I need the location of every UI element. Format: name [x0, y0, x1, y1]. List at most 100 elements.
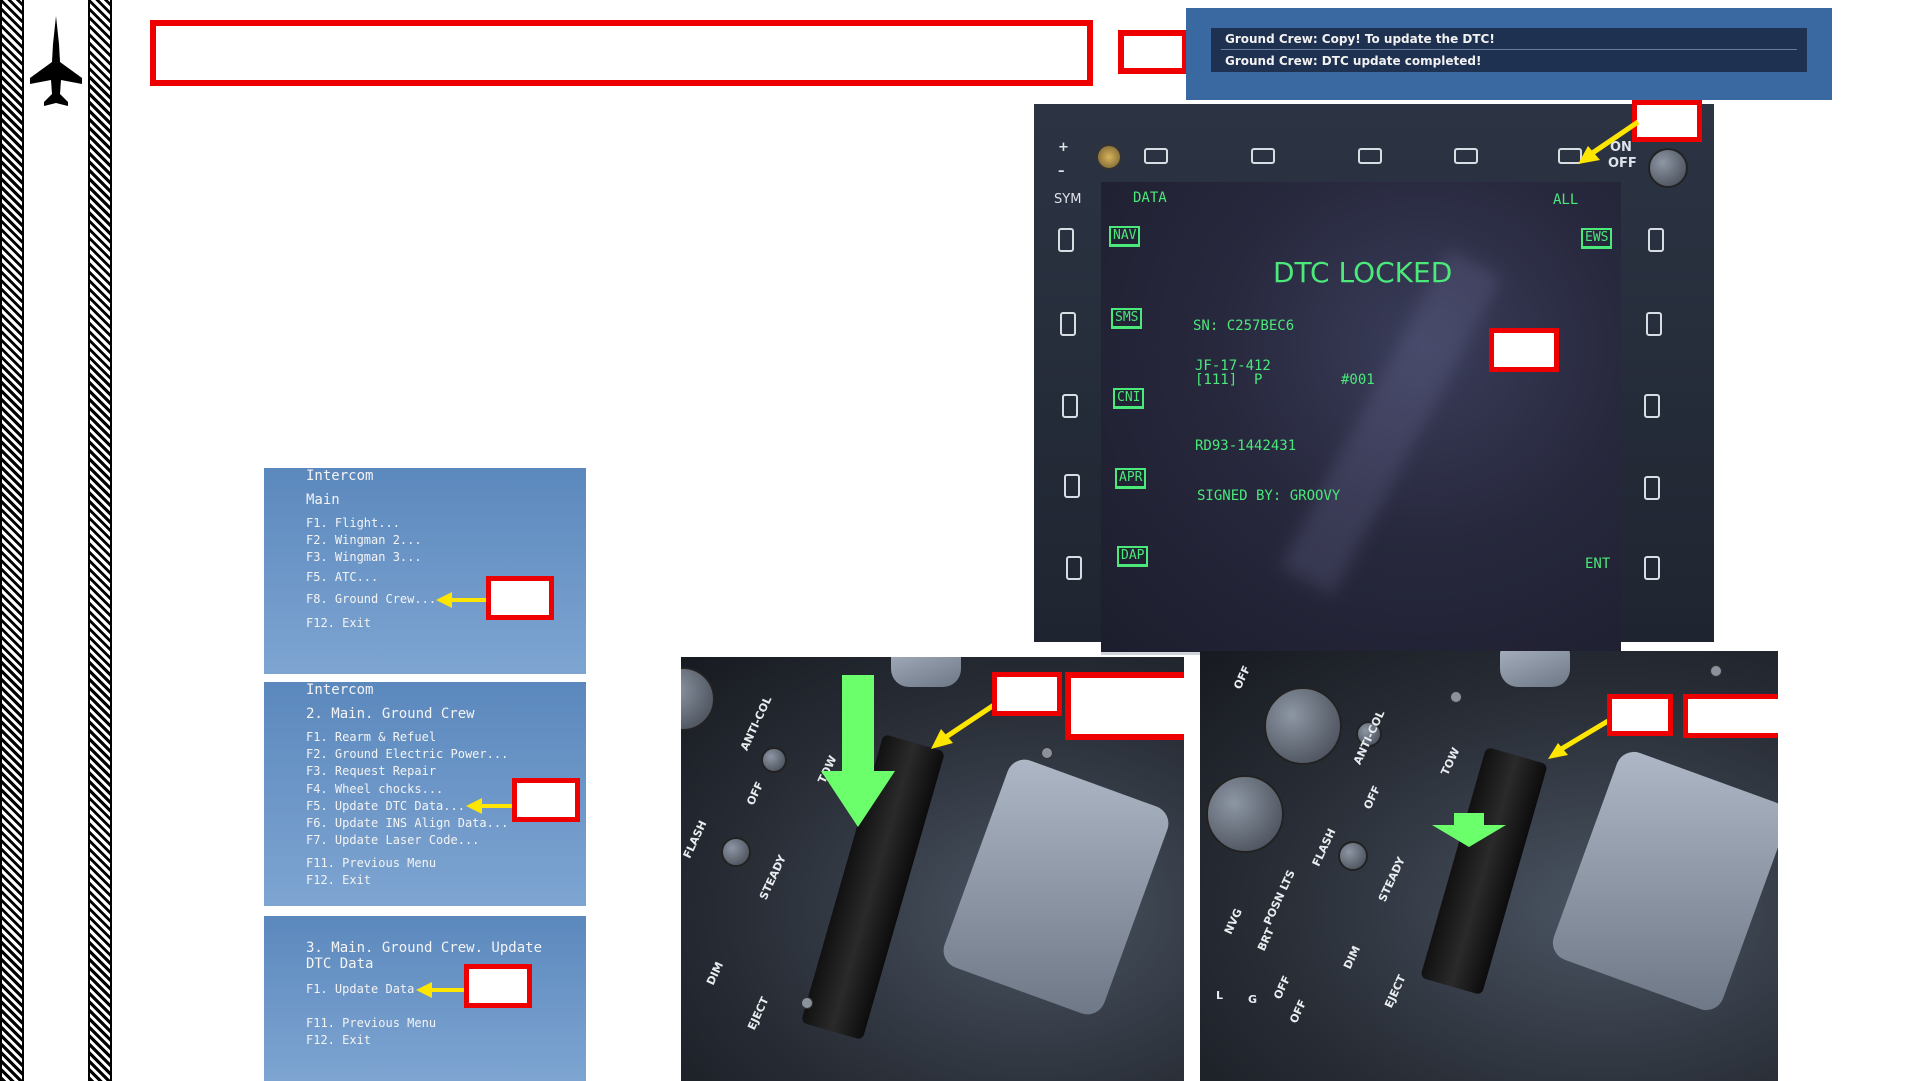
mfd-display: + – ON OFF SYM DATA ALL NAV SMS CNI APR … [1034, 100, 1714, 655]
cockpit-panel-photo-right: OFF ANTI-COL OFF TOW FLASH STEADY POSN L… [1200, 651, 1778, 1081]
message-list: Ground Crew: Copy! To update the DTC! Gr… [1211, 28, 1807, 72]
annotation-box-switch-left-wide [1065, 672, 1184, 740]
panel-label-steady: STEADY [756, 853, 789, 902]
yellow-arrow-icon [466, 798, 516, 814]
panel-label-steady: STEADY [1375, 855, 1408, 904]
menu-title-line1: 3. Main. Ground Crew. Update [306, 940, 543, 956]
intercom-menu-main: Intercom Main F1. Flight... F2. Wingman … [264, 468, 586, 674]
menu-title-line2: DTC Data [306, 956, 374, 972]
toggle-switch-flash [1338, 841, 1368, 871]
menu-item-f11[interactable]: F11. Previous Menu [306, 856, 436, 870]
left-rail-stripe-inner [88, 0, 112, 1081]
mfd-left-button-3[interactable] [1062, 394, 1078, 418]
mfd-right-button-2[interactable] [1646, 312, 1662, 336]
switch-guard-cap-top [1500, 651, 1570, 687]
panel-screw [1710, 665, 1722, 677]
switch-guard-cap [1547, 746, 1778, 1016]
yellow-arrow-icon [931, 700, 999, 749]
menu-item-f5[interactable]: F5. ATC... [306, 570, 378, 584]
menu-item-f1[interactable]: F1. Flight... [306, 516, 400, 530]
mfd-right-button-4[interactable] [1644, 476, 1660, 500]
panel-label-brt: BRT [1255, 925, 1277, 954]
menu-item-f1[interactable]: F1. Update Data [306, 982, 414, 996]
panel-screw [1041, 747, 1053, 759]
mfd-right-button-1[interactable] [1648, 228, 1664, 252]
panel-label-eject: EJECT [1382, 973, 1409, 1010]
panel-label-posn-lts: POSN LTS [1261, 868, 1298, 927]
annotation-box-switch-left [992, 672, 1062, 716]
mfd-right-button-5[interactable] [1644, 556, 1660, 580]
menu-item-f6[interactable]: F6. Update INS Align Data... [306, 816, 508, 830]
dtc-serial-number: SN: C257BEC6 [1193, 318, 1295, 334]
panel-label-off-3: OFF [1271, 973, 1294, 1002]
menu-item-f12[interactable]: F12. Exit [306, 1033, 371, 1047]
mfd-ent-label: ENT [1585, 556, 1611, 572]
menu-item-f11[interactable]: F11. Previous Menu [306, 1016, 436, 1030]
annotation-box-mfd-screen [1489, 328, 1559, 372]
osb-ews[interactable]: EWS [1581, 228, 1613, 249]
mfd-brightness-plus[interactable]: + [1058, 140, 1069, 155]
yellow-arrow-icon [436, 592, 486, 608]
osb-dap[interactable]: DAP [1117, 546, 1149, 567]
yellow-arrow-icon [1548, 718, 1610, 759]
mfd-top-button-3[interactable] [1358, 148, 1382, 164]
annotation-box-menu1 [486, 576, 554, 620]
mfd-brightness-minus[interactable]: – [1058, 164, 1065, 179]
annotation-box-menu2 [512, 778, 580, 822]
menu-header: Intercom [306, 682, 374, 698]
mfd-top-button-4[interactable] [1454, 148, 1478, 164]
osb-cni[interactable]: CNI [1113, 388, 1145, 409]
mfd-left-button-1[interactable] [1058, 228, 1074, 252]
mfd-all-label: ALL [1553, 192, 1579, 208]
panel-label-dim: DIM [1341, 943, 1364, 972]
mfd-top-button-2[interactable] [1251, 148, 1275, 164]
annotation-box-switch-right-wide [1683, 694, 1778, 738]
osb-nav[interactable]: NAV [1109, 226, 1141, 247]
intercom-menu-ground-crew: Intercom 2. Main. Ground Crew F1. Rearm … [264, 682, 586, 906]
mfd-power-knob[interactable] [1648, 148, 1688, 188]
panel-label-anti-col: ANTI-COL [737, 694, 775, 753]
rotary-knob-anti-col [1264, 687, 1342, 765]
menu-item-f7[interactable]: F7. Update Laser Code... [306, 833, 479, 847]
dtc-signed-by: SIGNED BY: GROOVY [1197, 488, 1341, 504]
switch-guard-cap-top [891, 657, 961, 687]
panel-label-nvg: NVG [1221, 906, 1245, 937]
menu-item-f2[interactable]: F2. Wingman 2... [306, 533, 422, 547]
panel-label-off: OFF [1231, 663, 1254, 692]
panel-label-dim: DIM [704, 959, 727, 988]
menu-item-f2[interactable]: F2. Ground Electric Power... [306, 747, 508, 761]
menu-item-f5[interactable]: F5. Update DTC Data... [306, 799, 465, 813]
menu-item-f8[interactable]: F8. Ground Crew... [306, 592, 436, 606]
menu-item-f3[interactable]: F3. Wingman 3... [306, 550, 422, 564]
annotation-box-title [150, 20, 1093, 86]
menu-item-f12[interactable]: F12. Exit [306, 873, 371, 887]
menu-title: 2. Main. Ground Crew [306, 706, 475, 722]
message-separator [1221, 49, 1797, 50]
panel-screw [801, 997, 813, 1009]
menu-item-f12[interactable]: F12. Exit [306, 616, 371, 630]
mfd-left-button-4[interactable] [1064, 474, 1080, 498]
annotation-box-switch-right [1607, 694, 1673, 736]
mfd-left-button-5[interactable] [1066, 556, 1082, 580]
rotary-knob [681, 667, 715, 731]
mfd-top-button-1[interactable] [1144, 148, 1168, 164]
osb-sms[interactable]: SMS [1111, 308, 1143, 329]
panel-label-off-2: OFF [1361, 783, 1384, 812]
panel-screw [1450, 691, 1462, 703]
osb-apr[interactable]: APR [1115, 468, 1147, 489]
message-line-1: Ground Crew: Copy! To update the DTC! [1225, 32, 1495, 46]
dtc-engine-id: RD93-1442431 [1195, 438, 1297, 454]
panel-label-flash: FLASH [681, 818, 710, 861]
panel-label-off: OFF [744, 779, 767, 808]
annotation-box-menu3 [464, 964, 532, 1008]
dtc-switch-lever[interactable] [1420, 746, 1548, 996]
panel-label-tow: TOW [1438, 745, 1463, 778]
mfd-right-button-3[interactable] [1644, 394, 1660, 418]
menu-item-f1[interactable]: F1. Rearm & Refuel [306, 730, 436, 744]
jet-logo-icon [26, 14, 86, 110]
menu-item-f3[interactable]: F3. Request Repair [306, 764, 436, 778]
menu-item-f4[interactable]: F4. Wheel chocks... [306, 782, 443, 796]
panel-label-eject: EJECT [745, 995, 772, 1032]
yellow-arrow-icon [416, 982, 466, 998]
mfd-left-button-2[interactable] [1060, 312, 1076, 336]
